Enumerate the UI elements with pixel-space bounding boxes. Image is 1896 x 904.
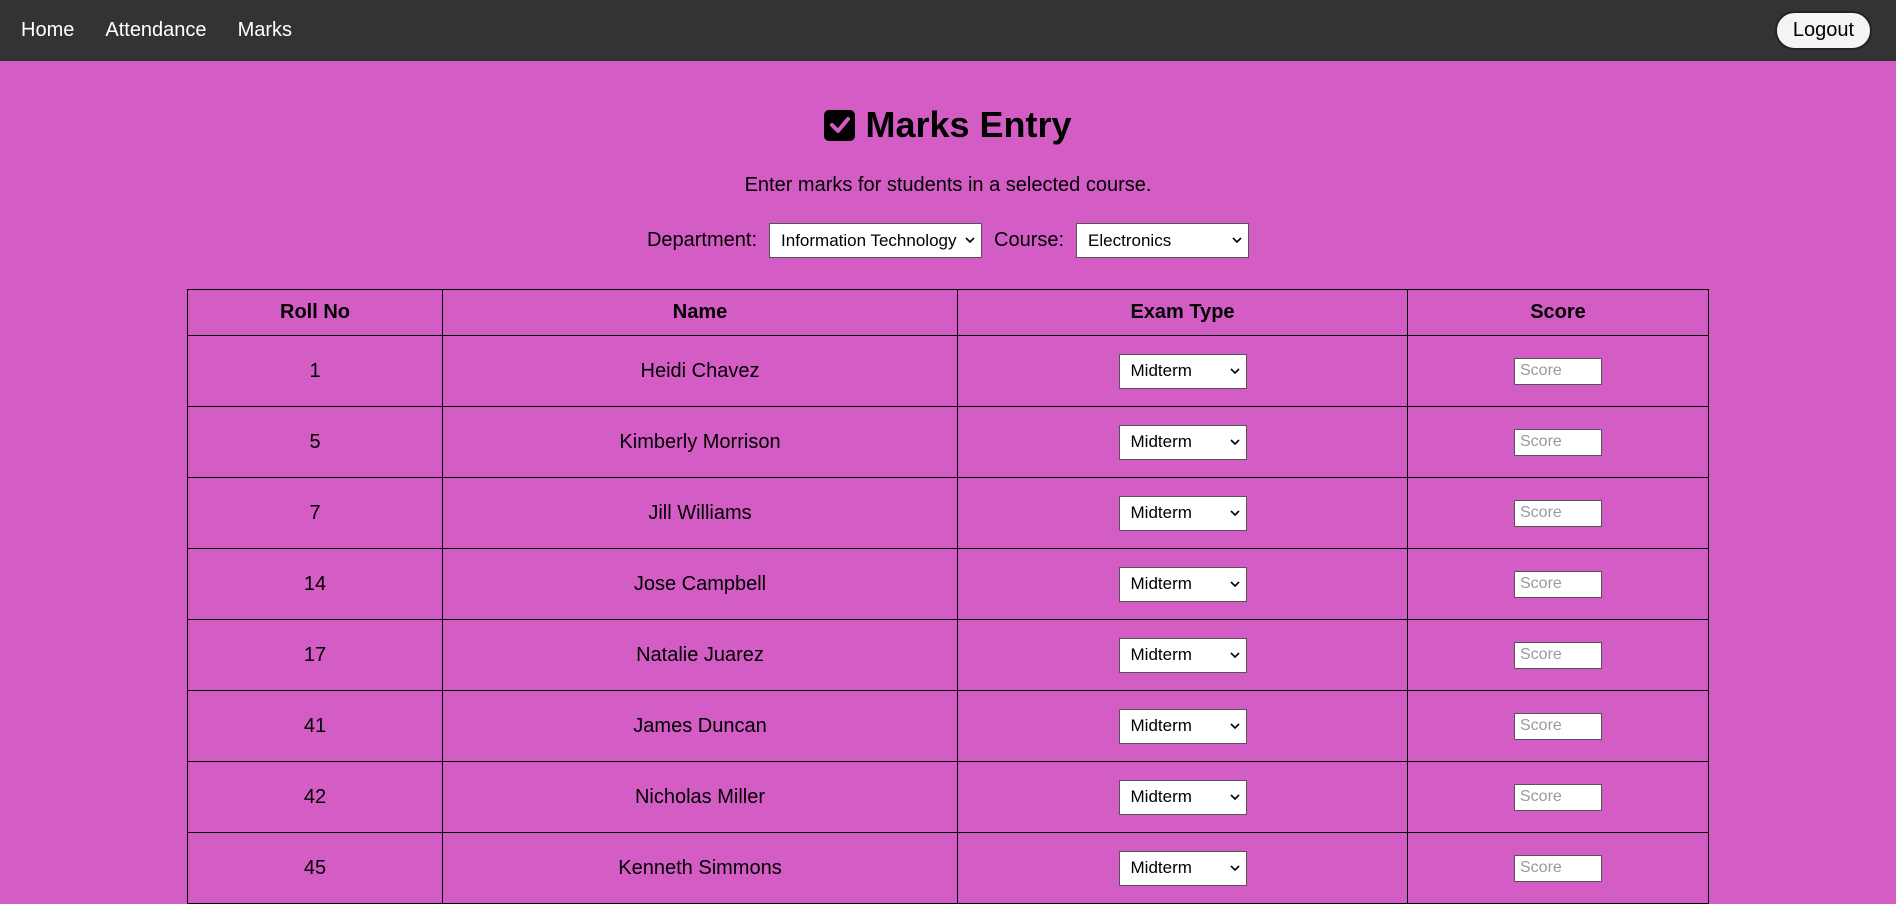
exam-type-select[interactable]: Midterm <box>1118 495 1247 531</box>
table-row: 14 Jose Campbell Midterm <box>187 548 1709 620</box>
header-score: Score <box>1407 289 1709 336</box>
exam-type-cell: Midterm <box>957 619 1408 691</box>
student-name-cell: Heidi Chavez <box>442 335 958 407</box>
page-title: Marks Entry <box>824 104 1072 145</box>
exam-type-value: Midterm <box>1130 574 1192 593</box>
exam-type-value: Midterm <box>1130 503 1192 522</box>
chevron-down-icon <box>1229 509 1240 517</box>
roll-no-cell: 5 <box>187 406 443 478</box>
score-cell <box>1407 477 1709 549</box>
score-cell <box>1407 690 1709 762</box>
course-label: Course: <box>994 229 1065 251</box>
chevron-down-icon <box>1229 580 1240 588</box>
nav-link-home[interactable]: Home <box>21 19 74 42</box>
table-row: 5 Kimberly Morrison Midterm <box>187 406 1709 478</box>
roll-no-cell: 45 <box>187 832 443 904</box>
score-input[interactable] <box>1514 357 1602 385</box>
department-label: Department: <box>646 229 758 251</box>
student-name-cell: Jose Campbell <box>442 548 958 620</box>
exam-type-value: Midterm <box>1130 787 1192 806</box>
exam-type-cell: Midterm <box>957 832 1408 904</box>
score-cell <box>1407 832 1709 904</box>
exam-type-value: Midterm <box>1130 361 1192 380</box>
roll-no-cell: 17 <box>187 619 443 691</box>
exam-type-cell: Midterm <box>957 690 1408 762</box>
roll-no-cell: 42 <box>187 761 443 833</box>
student-name-cell: Nicholas Miller <box>442 761 958 833</box>
page-title-text: Marks Entry <box>865 104 1072 145</box>
chevron-down-icon <box>1229 651 1240 659</box>
exam-type-cell: Midterm <box>957 477 1408 549</box>
logout-button[interactable]: Logout <box>1774 11 1872 50</box>
course-select[interactable]: Electronics <box>1076 223 1250 258</box>
header-roll-no: Roll No <box>187 289 443 336</box>
exam-type-value: Midterm <box>1130 858 1192 877</box>
table-row: 42 Nicholas Miller Midterm <box>187 761 1709 833</box>
top-navbar: Home Attendance Marks Logout <box>0 0 1896 61</box>
roll-no-cell: 7 <box>187 477 443 549</box>
nav-links: Home Attendance Marks <box>21 19 323 42</box>
exam-type-value: Midterm <box>1130 432 1192 451</box>
header-exam-type: Exam Type <box>957 289 1408 336</box>
chevron-down-icon <box>1229 864 1240 872</box>
header-name: Name <box>442 289 958 336</box>
exam-type-value: Midterm <box>1130 716 1192 735</box>
student-name-cell: James Duncan <box>442 690 958 762</box>
chevron-down-icon <box>1229 793 1240 801</box>
exam-type-select[interactable]: Midterm <box>1118 353 1247 389</box>
table-row: 17 Natalie Juarez Midterm <box>187 619 1709 691</box>
roll-no-cell: 14 <box>187 548 443 620</box>
nav-link-marks[interactable]: Marks <box>238 19 292 42</box>
marks-table: Roll No Name Exam Type Score 1 Heidi Chav… <box>187 289 1709 904</box>
score-input[interactable] <box>1514 641 1602 669</box>
exam-type-value: Midterm <box>1130 645 1192 664</box>
score-input[interactable] <box>1514 712 1602 740</box>
score-cell <box>1407 406 1709 478</box>
score-input[interactable] <box>1514 570 1602 598</box>
exam-type-cell: Midterm <box>957 761 1408 833</box>
score-cell <box>1407 548 1709 620</box>
score-input[interactable] <box>1514 428 1602 456</box>
checkbox-check-icon <box>824 109 856 141</box>
table-row: 7 Jill Williams Midterm <box>187 477 1709 549</box>
student-name-cell: Kenneth Simmons <box>442 832 958 904</box>
table-row: 45 Kenneth Simmons Midterm <box>187 832 1709 904</box>
department-select[interactable]: Information Technology <box>769 223 983 258</box>
department-select-value: Information Technology <box>781 230 957 250</box>
page-subtitle: Enter marks for students in a selected c… <box>744 174 1152 196</box>
table-row: 41 James Duncan Midterm <box>187 690 1709 762</box>
student-name-cell: Natalie Juarez <box>442 619 958 691</box>
course-select-value: Electronics <box>1088 230 1172 250</box>
roll-no-cell: 1 <box>187 335 443 407</box>
chevron-down-icon <box>1232 237 1242 244</box>
score-cell <box>1407 619 1709 691</box>
student-name-cell: Jill Williams <box>442 477 958 549</box>
exam-type-select[interactable]: Midterm <box>1118 424 1247 460</box>
score-cell <box>1407 335 1709 407</box>
table-header-row: Roll No Name Exam Type Score <box>187 289 1709 336</box>
exam-type-cell: Midterm <box>957 406 1408 478</box>
student-name-cell: Kimberly Morrison <box>442 406 958 478</box>
exam-type-select[interactable]: Midterm <box>1118 566 1247 602</box>
nav-link-attendance[interactable]: Attendance <box>105 19 206 42</box>
exam-type-select[interactable]: Midterm <box>1118 850 1247 886</box>
exam-type-cell: Midterm <box>957 548 1408 620</box>
chevron-down-icon <box>965 237 975 244</box>
chevron-down-icon <box>1229 438 1240 446</box>
exam-type-cell: Midterm <box>957 335 1408 407</box>
exam-type-select[interactable]: Midterm <box>1118 708 1247 744</box>
score-input[interactable] <box>1514 499 1602 527</box>
exam-type-select[interactable]: Midterm <box>1118 779 1247 815</box>
table-row: 1 Heidi Chavez Midterm <box>187 335 1709 407</box>
score-cell <box>1407 761 1709 833</box>
main-content: Marks Entry Enter marks for students in … <box>0 61 1896 904</box>
chevron-down-icon <box>1229 722 1240 730</box>
filters-bar: Department: Information Technology Cours… <box>0 223 1896 258</box>
chevron-down-icon <box>1229 367 1240 375</box>
roll-no-cell: 41 <box>187 690 443 762</box>
table-body: 1Heidi Chavez Midterm 5Kimberly Morrison Mi… <box>187 335 1709 904</box>
score-input[interactable] <box>1514 854 1602 882</box>
exam-type-select[interactable]: Midterm <box>1118 637 1247 673</box>
score-input[interactable] <box>1514 783 1602 811</box>
